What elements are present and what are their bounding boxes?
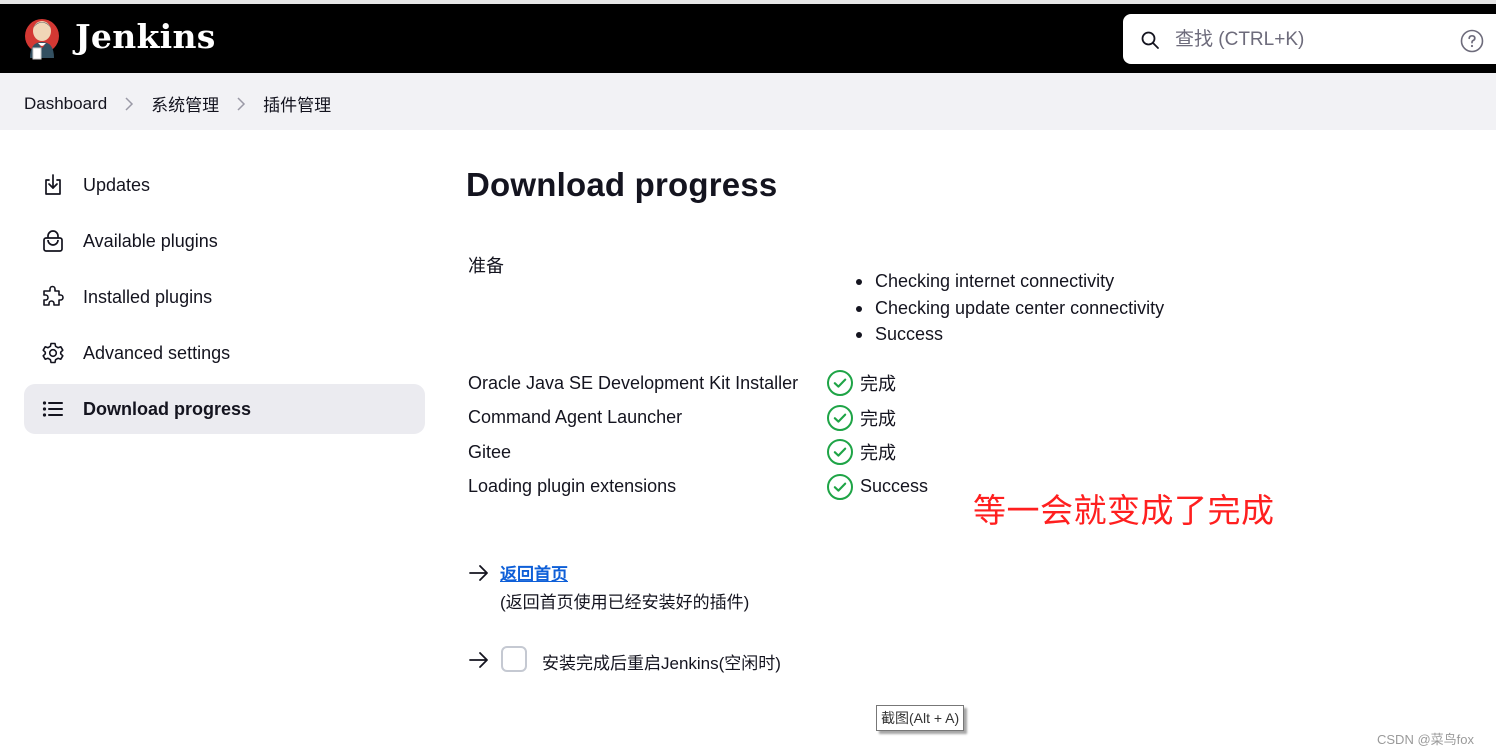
gear-icon (40, 340, 66, 366)
breadcrumb: Dashboard 系统管理 插件管理 (24, 91, 331, 116)
search-icon (1141, 31, 1159, 49)
list-item: Checking internet connectivity (854, 268, 1164, 295)
red-annotation-text: 等一会就变成了完成 (973, 491, 1275, 530)
sidebar: Updates Available plugins Installed plug… (24, 160, 425, 440)
breadcrumb-dashboard[interactable]: Dashboard (24, 94, 107, 114)
puzzle-icon (40, 284, 66, 310)
status-badge: Success (826, 473, 928, 501)
breadcrumb-system-management[interactable]: 系统管理 (151, 91, 219, 116)
download-icon (40, 172, 66, 198)
breadcrumb-bar: Dashboard 系统管理 插件管理 (0, 73, 1496, 130)
sidebar-item-label: Updates (83, 174, 151, 195)
sidebar-item-label: Download progress (83, 398, 252, 419)
restart-checkbox[interactable] (501, 646, 527, 672)
go-home-link[interactable]: 返回首页 (500, 560, 568, 585)
job-name: Gitee (468, 441, 512, 462)
watermark: CSDN @菜鸟fox (1377, 732, 1474, 747)
list-icon (40, 396, 66, 422)
page-title: Download progress (466, 166, 778, 203)
arrow-right-icon (469, 652, 488, 668)
help-icon[interactable] (1460, 29, 1484, 53)
sidebar-item-available-plugins[interactable]: Available plugins (24, 216, 425, 266)
main-content: Download progress 准备 Checking internet c… (466, 166, 1366, 500)
table-row: Oracle Java SE Development Kit Installer… (468, 366, 928, 401)
brand-name[interactable]: Jenkins (75, 17, 216, 56)
shopping-bag-icon (40, 228, 66, 254)
sidebar-item-updates[interactable]: Updates (24, 160, 425, 210)
go-home-description: (返回首页使用已经安装好的插件) (500, 593, 750, 612)
restart-checkbox-label[interactable]: 安装完成后重启Jenkins(空闲时) (542, 649, 781, 674)
status-text: Success (860, 476, 929, 497)
preparation-label: 准备 (468, 256, 504, 276)
sidebar-item-installed-plugins[interactable]: Installed plugins (24, 272, 425, 322)
sidebar-item-advanced-settings[interactable]: Advanced settings (24, 328, 425, 378)
search-input[interactable] (1175, 26, 1445, 54)
table-row: Gitee 完成 (468, 435, 928, 470)
breadcrumb-plugin-management[interactable]: 插件管理 (263, 91, 331, 116)
job-name: Oracle Java SE Development Kit Installer (468, 372, 799, 393)
table-row: Command Agent Launcher 完成 (468, 401, 928, 436)
search-box[interactable] (1123, 14, 1496, 64)
check-circle-icon (827, 404, 853, 431)
list-item: Checking update center connectivity (854, 295, 1164, 322)
job-name: Loading plugin extensions (468, 476, 677, 497)
status-text: 完成 (860, 408, 896, 429)
table-row: Loading plugin extensions Success (468, 470, 928, 505)
status-badge: 完成 (826, 404, 896, 432)
install-jobs: Oracle Java SE Development Kit Installer… (468, 366, 928, 504)
status-badge: 完成 (826, 438, 896, 466)
status-badge: 完成 (826, 369, 896, 397)
sidebar-item-label: Installed plugins (83, 286, 213, 307)
status-text: 完成 (860, 374, 896, 395)
arrow-right-icon (469, 565, 488, 581)
sidebar-item-label: Available plugins (83, 230, 218, 251)
job-name: Command Agent Launcher (468, 407, 683, 428)
top-header: Jenkins (0, 4, 1496, 73)
list-item: Success (854, 321, 1164, 348)
chevron-right-icon (219, 96, 263, 111)
check-circle-icon (827, 473, 853, 500)
screenshot-tooltip: 截图(Alt + A) (876, 705, 965, 731)
preparation-steps: Checking internet connectivity Checking … (854, 268, 1164, 348)
status-text: 完成 (860, 443, 896, 464)
chevron-right-icon (107, 96, 151, 111)
sidebar-item-download-progress[interactable]: Download progress (24, 384, 425, 434)
check-circle-icon (827, 439, 853, 466)
check-circle-icon (827, 370, 853, 397)
jenkins-butler-logo[interactable] (22, 14, 62, 64)
sidebar-item-label: Advanced settings (83, 342, 231, 363)
